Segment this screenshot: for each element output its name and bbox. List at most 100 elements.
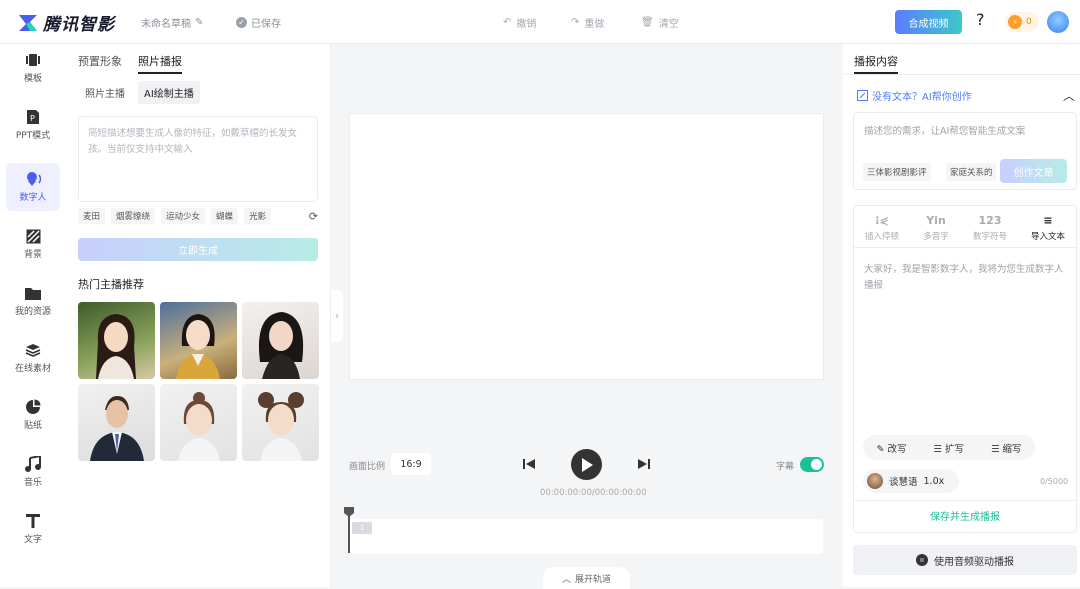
anchor-thumbnail[interactable] [160, 302, 237, 379]
ai-topic-chip[interactable]: 三体影视剧影评 [863, 163, 931, 181]
ai-prompt-box[interactable]: 描述您的需求，让AI帮您智能生成文案 三体影视剧影评 家庭关系的 创作文章 [853, 112, 1077, 190]
folder-icon [25, 285, 41, 301]
play-button[interactable] [571, 449, 602, 480]
pencil-icon[interactable]: ✎ [195, 17, 203, 28]
divider [843, 74, 1080, 75]
trash-icon: 🗑 [641, 17, 654, 28]
anchor-thumbnail[interactable] [160, 384, 237, 461]
number-symbol-tool[interactable]: 123 数字符号 [962, 211, 1018, 245]
brand-logo[interactable]: 腾讯智影 [18, 10, 115, 35]
audio-wave-icon: ıı [916, 554, 928, 566]
aspect-ratio-select[interactable]: 16:9 [391, 453, 431, 475]
timeline-track[interactable] [349, 519, 823, 554]
shorten-button[interactable]: ☰ 缩写 [991, 441, 1022, 455]
prompt-chip[interactable]: 烟雾缭绕 [111, 208, 156, 224]
anchor-thumbnail[interactable] [242, 384, 319, 461]
coin-icon: ⚡ [1008, 15, 1022, 29]
sidebar-item-template[interactable]: 模板 [6, 44, 60, 92]
timecode: 00:00:00:00/00:00:00:00 [540, 488, 647, 498]
sidebar-item-text[interactable]: 文字 [6, 505, 60, 553]
undo-button[interactable]: ↶ 撤销 [503, 15, 536, 30]
sidebar-item-stickers[interactable]: 贴纸 [6, 391, 60, 439]
preview-canvas[interactable] [349, 113, 824, 380]
chevron-left-icon: ‹ [335, 310, 339, 322]
clear-label: 清空 [658, 19, 679, 30]
sidebar-item-label: 贴纸 [23, 421, 42, 431]
coin-balance[interactable]: ⚡ 0 [1005, 12, 1039, 32]
sidebar-item-ppt[interactable]: P PPT模式 [6, 101, 60, 149]
sidebar-item-my-resources[interactable]: 我的资源 [6, 277, 60, 325]
ai-prompt-input[interactable]: 描述您的需求，让AI帮您智能生成文案 [864, 123, 1025, 137]
broadcast-panel: 播报内容 没有文本？AI帮你创作 ︿ 描述您的需求，让AI帮您智能生成文案 三体… [843, 44, 1080, 587]
clear-button[interactable]: 🗑 清空 [641, 15, 679, 30]
refresh-icon[interactable]: ⟳ [309, 210, 318, 223]
music-icon [25, 456, 41, 472]
tool-label: 插入停顿 [864, 232, 899, 242]
script-textarea[interactable]: 大家好，我是智影数字人，我将为您生成数字人播报 [864, 262, 1064, 294]
generate-button[interactable]: 立即生成 [78, 238, 318, 261]
sidebar-item-digital-human[interactable]: 数字人 [6, 163, 60, 211]
prompt-chip[interactable]: 蝴蝶 [211, 208, 239, 224]
ai-create-link[interactable]: 没有文本？AI帮你创作 [857, 88, 972, 103]
sidebar-item-label: 背景 [23, 250, 42, 260]
collapse-panel-handle[interactable]: ‹ [331, 290, 343, 342]
track-badge: 1 [352, 522, 372, 534]
sidebar-item-label: 模板 [23, 74, 42, 84]
prompt-chip[interactable]: 运动少女 [161, 208, 206, 224]
compose-video-button[interactable]: 合成视频 [895, 10, 962, 34]
expand-label: 展开轨道 [575, 574, 612, 585]
ai-topic-chip[interactable]: 家庭关系的 [946, 163, 996, 181]
playhead-handle[interactable] [344, 507, 354, 517]
sidebar-item-online-assets[interactable]: 在线素材 [6, 334, 60, 382]
user-avatar[interactable] [1047, 11, 1069, 33]
ai-write-icon [857, 90, 868, 101]
insert-pause-tool[interactable]: ⁝⋞ 插入停顿 [854, 211, 910, 245]
divider [854, 500, 1076, 501]
voice-name: 谈慧语 [889, 477, 918, 488]
subtab-ai-anchor[interactable]: AI绘制主播 [138, 81, 200, 104]
prompt-chip[interactable]: 麦田 [78, 208, 106, 224]
skip-next-icon[interactable] [637, 457, 651, 471]
sidebar-item-background[interactable]: 背景 [6, 220, 60, 268]
polyphone-tool[interactable]: Yin 多音字 [908, 211, 964, 245]
tab-preset-avatar[interactable]: 预置形象 [78, 53, 122, 69]
expand-lines-icon: ☰ [933, 443, 945, 455]
sidebar-item-label: 在线素材 [14, 364, 51, 374]
help-icon[interactable]: ? [976, 10, 985, 29]
asset-panel: 预置形象 照片播报 照片主播 AI绘制主播 简短描述想要生成人像的特征，如戴草帽… [66, 44, 331, 587]
redo-button[interactable]: ↷ 重做 [571, 15, 604, 30]
anchor-thumbnail[interactable] [78, 302, 155, 379]
prompt-input[interactable]: 简短描述想要生成人像的特征，如戴草帽的长发女孩。当前仅支持中文输入 [78, 116, 318, 202]
tab-photo-broadcast[interactable]: 照片播报 [138, 53, 182, 74]
expand-tracks-button[interactable]: ︿ 展开轨道 [543, 567, 630, 589]
subtitle-toggle[interactable] [800, 457, 824, 472]
sidebar-item-music[interactable]: 音乐 [6, 448, 60, 496]
sidebar-item-label: 数字人 [19, 193, 47, 203]
create-article-button[interactable]: 创作文章 [1000, 159, 1067, 183]
import-text-tool[interactable]: ≡ 导入文本 [1020, 211, 1076, 245]
prompt-chip[interactable]: 光影 [244, 208, 272, 224]
undo-icon: ↶ [503, 17, 512, 28]
rewrite-button[interactable]: ✎ 改写 [876, 441, 906, 455]
layers-icon [25, 342, 41, 358]
voice-selector[interactable]: 谈慧语 1.0x [863, 469, 959, 493]
draft-title[interactable]: 未命名草稿 ✎ [141, 15, 203, 30]
brand-name: 腾讯智影 [43, 15, 115, 35]
audio-drive-button[interactable]: ıı 使用音频驱动播报 [853, 545, 1077, 575]
undo-label: 撤销 [516, 19, 537, 30]
save-generate-button[interactable]: 保存并生成播报 [854, 508, 1076, 523]
pause-icon: ⁝⋞ [875, 214, 889, 227]
skip-previous-icon[interactable] [522, 457, 536, 471]
anchor-thumbnail[interactable] [78, 384, 155, 461]
text-icon [25, 513, 41, 529]
anchor-thumbnail[interactable] [242, 302, 319, 379]
coin-count: 0 [1026, 17, 1032, 27]
sidebar-item-label: 音乐 [23, 478, 42, 488]
hot-anchors-title: 热门主播推荐 [78, 278, 144, 291]
svg-text:P: P [30, 114, 35, 123]
sidebar: 模板 P PPT模式 数字人 背景 我的资源 在线素材 贴纸 音乐 文字 [0, 44, 66, 587]
expand-text-button[interactable]: ☰ 扩写 [933, 441, 964, 455]
subtab-photo-anchor[interactable]: 照片主播 [79, 81, 131, 104]
ppt-icon: P [25, 109, 41, 125]
chevron-up-icon[interactable]: ︿ [1063, 87, 1075, 104]
